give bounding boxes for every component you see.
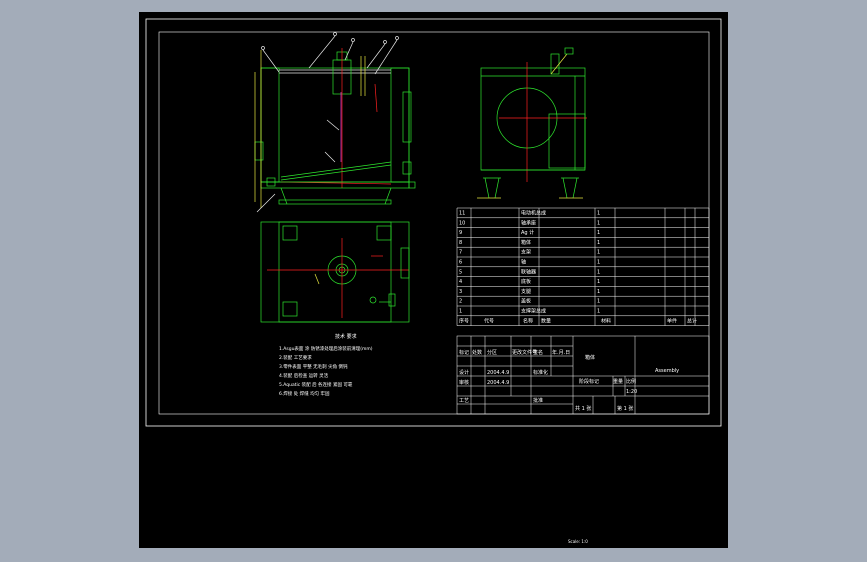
notes-title: 技术 要求: [335, 333, 357, 340]
technical-notes: 1.Asgu表面 涂 防锈漆处理后涂装前清理(mm) 2.装配 工艺要求 3.零件表…: [279, 345, 373, 397]
bom-row-qty: 1: [597, 279, 600, 285]
bom-row-no: 10: [459, 220, 465, 226]
title-stage: 阶段标记: [579, 378, 599, 385]
note-line: 5.Aquatic 装配 后 各连接 紧固 可靠: [279, 381, 353, 388]
bom-row-qty: 1: [597, 240, 600, 246]
note-line: 6.焊接 处 焊缝 均匀 牢固: [279, 390, 330, 397]
side-view: [477, 47, 587, 199]
title-scale: 比例: [626, 378, 636, 385]
title-weight: 重量: [613, 378, 623, 385]
bom-row-qty: 1: [597, 260, 600, 266]
bom-row-qty: 1: [597, 220, 600, 226]
note-line: 1.Asgu表面 涂 防锈漆处理后涂装前清理(mm): [279, 345, 373, 352]
bom-row-name: 联轴器: [521, 268, 536, 275]
bom-row-no: 4: [459, 279, 462, 285]
title-date1: 2004.4.9: [487, 370, 509, 376]
bom-row-name: 支架: [521, 249, 531, 256]
title-zone: 分区: [487, 349, 497, 356]
bom-row-no: 1: [459, 309, 462, 315]
bom-row-no: 3: [459, 289, 462, 295]
title-standard: 标准化: [533, 369, 548, 376]
note-line: 2.装配 工艺要求: [279, 354, 312, 361]
title-date: 年.月.日: [552, 349, 570, 356]
title-designer: 设计: [459, 369, 469, 376]
bom-row-name: 底板: [521, 278, 531, 285]
bom-row-qty: 1: [597, 309, 600, 315]
bom-row-name: 箱体: [521, 239, 531, 246]
title-drawing-number: Assembly: [655, 368, 679, 374]
bom-header-cell: 材料: [601, 317, 611, 324]
bom-row-name: 轴承座: [521, 219, 536, 226]
bom-row-name: 支腿: [521, 288, 531, 295]
bom-row-qty: 1: [597, 250, 600, 256]
title-part-name: 箱体: [585, 354, 595, 361]
bom-header-cell: 单件: [667, 317, 677, 324]
bom-row-qty: 1: [597, 299, 600, 305]
title-approve: 批准: [533, 397, 543, 404]
bom-header-cell: 数量: [541, 317, 551, 324]
bom-row-no: 8: [459, 240, 462, 246]
bom-row-name: 盖板: [521, 298, 531, 305]
title-date2: 2004.4.9: [487, 380, 509, 386]
bom-row-no: 7: [459, 250, 462, 256]
bom-row-qty: 1: [597, 230, 600, 236]
bom-row-qty: 1: [597, 289, 600, 295]
scale-status-label: Scale: 1:0: [568, 539, 588, 544]
cad-viewport[interactable]: 11 电动机总成 1 10 轴承座 1 9 Ag 计 1 8 箱体 1 7 支架 1 6 轴 1 5 联轴器 1 4 底板 1…: [139, 12, 728, 548]
bom-row-qty: 1: [597, 211, 600, 217]
title-count: 处数: [472, 349, 482, 356]
bom-row-no: 11: [459, 211, 465, 217]
title-mark: 标记: [459, 349, 469, 356]
bom-row-name: 支撑架总成: [521, 308, 546, 315]
bom-header-cell: 序号: [459, 317, 469, 324]
bom-row-qty: 1: [597, 269, 600, 275]
note-line: 4.装配 后检查 运转 灵活: [279, 372, 329, 379]
bom-row-no: 6: [459, 260, 462, 266]
front-view: [254, 32, 416, 213]
bom-header-cell: 总计: [687, 317, 697, 324]
note-line: 3.零件表面 平整 无毛刺 尖角 倒钝: [279, 363, 348, 370]
drawing-canvas[interactable]: 11 电动机总成 110 轴承座 19 Ag 计 18 箱体 17 支架 16 轴 15 联轴器 14 底板 1…: [139, 12, 728, 548]
title-process: 工艺: [459, 398, 469, 404]
bom-table: [456, 207, 710, 326]
inner-border: [158, 31, 710, 415]
bom-row-no: 2: [459, 299, 462, 305]
top-view: [260, 221, 410, 323]
bom-header-cell: 代号: [484, 317, 494, 324]
title-scale-value: 1:20: [626, 389, 637, 395]
bom-row-no: 5: [459, 269, 462, 275]
bom-header-cell: 名称: [523, 317, 533, 324]
bom-row-name: Ag 计: [521, 229, 534, 236]
title-sign: 签名: [533, 349, 543, 356]
bom-row-no: 9: [459, 230, 462, 236]
title-sheet: 共 1 张: [575, 405, 591, 412]
bom-row-name: 轴: [521, 259, 526, 266]
title-sheet-of: 第 1 张: [617, 405, 633, 412]
title-check: 审核: [459, 379, 469, 386]
bom-row-name: 电动机总成: [521, 210, 546, 217]
